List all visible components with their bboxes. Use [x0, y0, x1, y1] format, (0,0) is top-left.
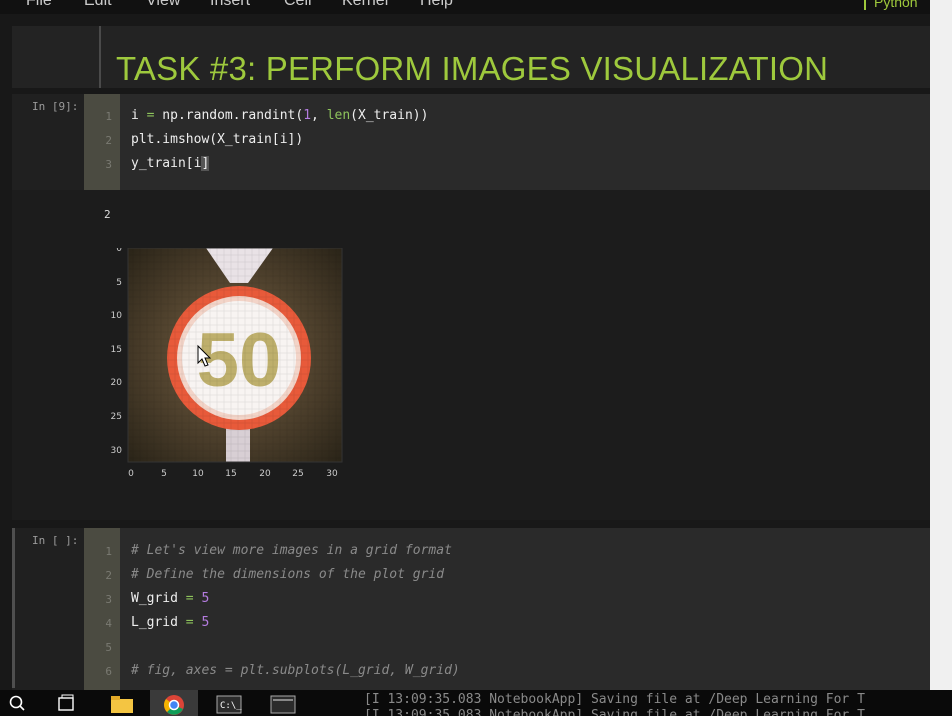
menu-edit[interactable]: Edit [84, 0, 112, 10]
window-edge [930, 0, 952, 716]
x-tick-label: 30 [326, 469, 338, 479]
code-line: y_train[i] [131, 156, 210, 171]
code-line: L_grid = 5 [131, 615, 210, 630]
y-axis: 0 5 10 15 20 25 30 [111, 248, 123, 456]
taskbar: C:\_ [I 13:09:35.083 NotebookApp] Saving… [0, 690, 952, 716]
menu-help[interactable]: Help [420, 0, 453, 10]
line-number: 3 [105, 593, 112, 606]
code-editor[interactable]: # Let's view more images in a grid forma… [120, 528, 930, 690]
x-tick-label: 15 [225, 469, 236, 479]
code-line: # Define the dimensions of the plot grid [131, 567, 445, 582]
code-line: W_grid = 5 [131, 591, 210, 606]
menu-view[interactable]: View [146, 0, 180, 10]
output-text: 2 [104, 208, 111, 221]
line-number: 2 [105, 134, 112, 147]
notebook-container: TASK #3: PERFORM IMAGES VISUALIZATION In… [0, 14, 930, 690]
line-number: 2 [105, 569, 112, 582]
line-number: 1 [105, 110, 112, 123]
cell-selection-bar [12, 528, 15, 688]
menu-insert[interactable]: Insert [210, 0, 250, 10]
menu-kernel[interactable]: Kernel [342, 0, 388, 10]
x-tick-label: 10 [192, 469, 204, 479]
menu-cell[interactable]: Cell [284, 0, 312, 10]
x-tick-label: 0 [128, 469, 134, 479]
search-icon[interactable] [8, 694, 26, 716]
line-number-gutter: 1 2 3 [84, 94, 120, 190]
x-tick-label: 25 [292, 469, 303, 479]
chrome-icon[interactable] [163, 694, 185, 716]
traffic-sign-image: 50 [127, 248, 343, 463]
kernel-indicator[interactable]: Python [864, 0, 930, 10]
cell-prompt: In [ ]: [32, 534, 79, 547]
y-tick-label: 5 [116, 278, 122, 288]
code-line: plt.imshow(X_train[i]) [131, 132, 304, 147]
code-editor[interactable]: i = np.random.randint(1, len(X_train)) p… [120, 94, 930, 190]
svg-text:C:\_: C:\_ [220, 701, 242, 711]
line-number: 3 [105, 158, 112, 171]
y-tick-label: 25 [111, 412, 122, 422]
y-tick-label: 10 [111, 311, 123, 321]
y-tick-label: 0 [116, 248, 122, 254]
line-number: 4 [105, 617, 112, 630]
code-cell-1[interactable]: In [9]: 1 2 3 i = np.random.randint(1, l… [12, 94, 930, 190]
file-explorer-icon[interactable] [110, 694, 134, 716]
code-line: # fig, axes = plt.subplots(L_grid, W_gri… [131, 663, 460, 678]
x-axis: 0 5 10 15 20 25 30 [128, 469, 338, 479]
y-tick-label: 30 [111, 446, 123, 456]
cell-prompt: In [9]: [32, 100, 79, 113]
code-line: i = np.random.randint(1, len(X_train)) [131, 108, 429, 123]
markdown-cell[interactable]: TASK #3: PERFORM IMAGES VISUALIZATION [12, 26, 930, 88]
cell-output: 2 0 5 10 15 20 25 30 0 5 10 15 20 25 30 [12, 190, 930, 520]
line-number: 5 [105, 641, 112, 654]
task-view-icon[interactable] [56, 694, 76, 716]
y-tick-label: 15 [111, 345, 122, 355]
console-log-line: [I 13:09:35.083 NotebookApp] Saving file… [364, 692, 865, 707]
menu-file[interactable]: File [26, 0, 52, 10]
markdown-heading: TASK #3: PERFORM IMAGES VISUALIZATION [116, 50, 829, 87]
terminal-icon[interactable] [270, 694, 296, 716]
menu-bar: File Edit View Insert Cell Kernel Help P… [0, 0, 930, 14]
y-tick-label: 20 [111, 378, 123, 388]
x-tick-label: 20 [259, 469, 271, 479]
imshow-plot: 50 0 5 10 15 20 25 30 0 5 10 15 20 2 [111, 248, 343, 479]
code-cell-2[interactable]: In [ ]: 1 2 3 4 5 6 # Let's view more im… [12, 528, 930, 690]
terminal-icon[interactable]: C:\_ [216, 694, 242, 716]
x-tick-label: 5 [161, 469, 167, 479]
console-log-line: [I 13:09:35.083 NotebookApp] Saving file… [364, 708, 865, 716]
line-number: 1 [105, 545, 112, 558]
line-number: 6 [105, 665, 112, 678]
markdown-cell-bar [99, 26, 101, 88]
code-line: # Let's view more images in a grid forma… [131, 543, 452, 558]
line-number-gutter: 1 2 3 4 5 6 [84, 528, 120, 690]
